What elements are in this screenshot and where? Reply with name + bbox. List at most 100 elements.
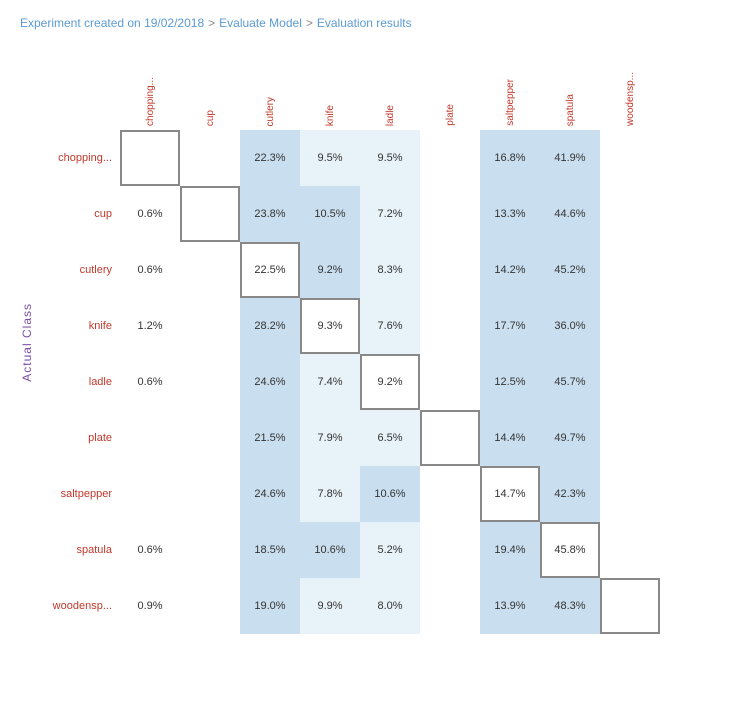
table-row: spatula0.6%18.5%10.6%5.2%19.4%45.8%	[40, 522, 660, 578]
matrix-cell: 14.4%	[480, 410, 540, 466]
matrix-cell: 10.6%	[300, 522, 360, 578]
table-row: woodensp...0.9%19.0%9.9%8.0%13.9%48.3%	[40, 578, 660, 634]
row-label: cup	[40, 208, 120, 220]
matrix-cell	[180, 578, 240, 634]
matrix-cell: 13.9%	[480, 578, 540, 634]
matrix-cell	[600, 466, 660, 522]
col-header: ladle	[360, 50, 420, 130]
matrix-cell: 9.3%	[300, 298, 360, 354]
breadcrumb-part3[interactable]: Evaluation results	[317, 16, 412, 30]
matrix-cell: 49.7%	[540, 410, 600, 466]
matrix-cell	[180, 298, 240, 354]
matrix-cell: 13.3%	[480, 186, 540, 242]
matrix-cell: 28.2%	[240, 298, 300, 354]
matrix-cell: 7.4%	[300, 354, 360, 410]
matrix-cell	[420, 410, 480, 466]
table-row: cup0.6%23.8%10.5%7.2%13.3%44.6%	[40, 186, 660, 242]
matrix-cell	[600, 298, 660, 354]
matrix-cell: 24.6%	[240, 354, 300, 410]
matrix-cell: 9.5%	[360, 130, 420, 186]
confusion-matrix: chopping...cupcutleryknifeladleplatesalt…	[40, 50, 660, 634]
table-row: chopping...22.3%9.5%9.5%16.8%41.9%	[40, 130, 660, 186]
matrix-cell: 22.5%	[240, 242, 300, 298]
breadcrumb-part2[interactable]: Evaluate Model	[219, 16, 302, 30]
matrix-cell	[420, 466, 480, 522]
row-label: chopping...	[40, 152, 120, 164]
matrix-cell	[600, 354, 660, 410]
y-axis-label: Actual Class	[20, 303, 34, 382]
row-label: saltpepper	[40, 488, 120, 500]
matrix-cell: 22.3%	[240, 130, 300, 186]
matrix-cell: 9.9%	[300, 578, 360, 634]
matrix-cell: 19.0%	[240, 578, 300, 634]
col-header: saltpepper	[480, 50, 540, 130]
matrix-cell	[180, 242, 240, 298]
matrix-cell	[420, 242, 480, 298]
matrix-cell: 0.6%	[120, 354, 180, 410]
matrix-cell	[600, 242, 660, 298]
col-header: woodensp...	[600, 50, 660, 130]
matrix-cell: 21.5%	[240, 410, 300, 466]
col-header: cutlery	[240, 50, 300, 130]
table-row: saltpepper24.6%7.8%10.6%14.7%42.3%	[40, 466, 660, 522]
matrix-cell: 7.8%	[300, 466, 360, 522]
matrix-cell: 36.0%	[540, 298, 600, 354]
matrix-cell	[180, 354, 240, 410]
matrix-rows: chopping...22.3%9.5%9.5%16.8%41.9%cup0.6…	[40, 130, 660, 634]
matrix-cell: 48.3%	[540, 578, 600, 634]
col-header: plate	[420, 50, 480, 130]
row-label: ladle	[40, 376, 120, 388]
row-label: knife	[40, 320, 120, 332]
matrix-cell: 0.9%	[120, 578, 180, 634]
breadcrumb-sep1: >	[208, 16, 215, 30]
matrix-cell	[420, 298, 480, 354]
matrix-cell	[600, 578, 660, 634]
breadcrumb-part1[interactable]: Experiment created on 19/02/2018	[20, 16, 204, 30]
row-label: spatula	[40, 544, 120, 556]
matrix-cell	[120, 130, 180, 186]
matrix-cell: 42.3%	[540, 466, 600, 522]
matrix-cell: 9.5%	[300, 130, 360, 186]
matrix-cell: 0.6%	[120, 242, 180, 298]
matrix-cell: 0.6%	[120, 522, 180, 578]
matrix-cell: 14.2%	[480, 242, 540, 298]
matrix-cell	[180, 186, 240, 242]
table-row: ladle0.6%24.6%7.4%9.2%12.5%45.7%	[40, 354, 660, 410]
matrix-cell: 9.2%	[360, 354, 420, 410]
matrix-cell: 6.5%	[360, 410, 420, 466]
matrix-cell: 41.9%	[540, 130, 600, 186]
row-label: cutlery	[40, 264, 120, 276]
matrix-cell: 10.6%	[360, 466, 420, 522]
table-row: knife1.2%28.2%9.3%7.6%17.7%36.0%	[40, 298, 660, 354]
matrix-cell: 7.9%	[300, 410, 360, 466]
col-header: chopping...	[120, 50, 180, 130]
matrix-cell	[420, 578, 480, 634]
matrix-cell: 44.6%	[540, 186, 600, 242]
matrix-cell: 9.2%	[300, 242, 360, 298]
matrix-cell: 8.3%	[360, 242, 420, 298]
col-header: cup	[180, 50, 240, 130]
matrix-cell	[180, 410, 240, 466]
matrix-cell	[600, 186, 660, 242]
col-header: spatula	[540, 50, 600, 130]
matrix-cell	[120, 466, 180, 522]
row-label: plate	[40, 432, 120, 444]
breadcrumb: Experiment created on 19/02/2018 > Evalu…	[20, 16, 721, 30]
row-label: woodensp...	[40, 600, 120, 612]
matrix-cell	[180, 466, 240, 522]
matrix-cell: 18.5%	[240, 522, 300, 578]
matrix-cell	[600, 130, 660, 186]
matrix-cell: 7.2%	[360, 186, 420, 242]
matrix-cell: 16.8%	[480, 130, 540, 186]
matrix-cell	[420, 186, 480, 242]
col-header: knife	[300, 50, 360, 130]
matrix-cell: 7.6%	[360, 298, 420, 354]
matrix-cell: 45.7%	[540, 354, 600, 410]
matrix-cell	[420, 130, 480, 186]
matrix-cell	[600, 410, 660, 466]
table-row: cutlery0.6%22.5%9.2%8.3%14.2%45.2%	[40, 242, 660, 298]
matrix-cell: 24.6%	[240, 466, 300, 522]
matrix-cell: 19.4%	[480, 522, 540, 578]
matrix-cell: 10.5%	[300, 186, 360, 242]
breadcrumb-sep2: >	[306, 16, 313, 30]
